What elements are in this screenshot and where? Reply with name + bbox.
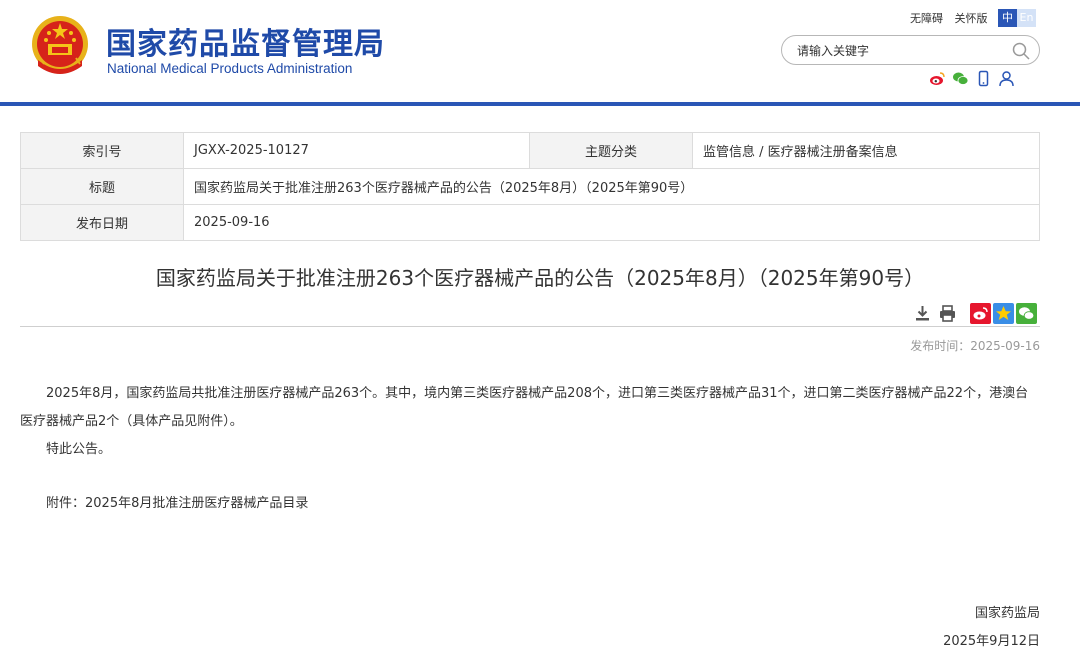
signer: 国家药监局 — [974, 606, 1040, 621]
weibo-icon[interactable] — [929, 70, 946, 87]
index-label: 索引号 — [20, 132, 184, 169]
top-links: 无障碍 关怀版 — [910, 10, 996, 26]
wechat-icon[interactable] — [952, 70, 969, 87]
title-value: 国家药监局关于批准注册263个医疗器械产品的公告（2025年8月）（2025年第… — [183, 168, 1040, 205]
mobile-icon[interactable] — [975, 70, 992, 87]
index-value: JGXX-2025-10127 — [183, 132, 530, 169]
print-icon[interactable] — [938, 304, 957, 323]
accessibility-link[interactable]: 无障碍 — [910, 12, 943, 25]
topic-label: 主题分类 — [529, 132, 693, 169]
share-wechat-icon[interactable] — [1016, 303, 1037, 324]
article-body: 2025年8月，国家药监局共批准注册医疗器械产品263个。其中，境内第三类医疗器… — [20, 380, 1040, 518]
article-paragraph: 2025年8月，国家药监局共批准注册医疗器械产品263个。其中，境内第三类医疗器… — [20, 386, 1029, 429]
topic-value: 监管信息 / 医疗器械注册备案信息 — [692, 132, 1040, 169]
search-box — [781, 35, 1040, 65]
article-meta-table: 索引号 JGXX-2025-10127 主题分类 监管信息 / 医疗器械注册备案… — [20, 132, 1040, 241]
header-social-links — [929, 70, 1015, 87]
article-title: 国家药监局关于批准注册263个医疗器械产品的公告（2025年8月）（2025年第… — [155, 266, 925, 290]
signature-block: 国家药监局 2025年9月12日 — [943, 600, 1040, 653]
national-emblem-icon — [32, 16, 88, 74]
site-title-cn[interactable]: 国家药品监督管理局 — [106, 19, 385, 63]
lang-cn-button[interactable]: 中 — [998, 9, 1017, 27]
share-buttons — [970, 303, 1037, 324]
user-icon[interactable] — [998, 70, 1015, 87]
title-divider — [20, 326, 1040, 327]
article-paragraph: 特此公告。 — [46, 442, 112, 457]
lang-en-button[interactable]: En — [1017, 9, 1036, 27]
article-tools — [913, 304, 957, 323]
date-value: 2025-09-16 — [183, 204, 1040, 241]
publish-time: 发布时间：2025-09-16 — [910, 339, 1040, 353]
site-header: 国家药品监督管理局 National Medical Products Admi… — [0, 0, 1080, 102]
title-label: 标题 — [20, 168, 184, 205]
search-input[interactable] — [797, 42, 997, 60]
search-icon[interactable] — [1011, 41, 1031, 61]
meta-row-date: 发布日期 2025-09-16 — [20, 204, 1040, 241]
care-mode-link[interactable]: 关怀版 — [955, 12, 988, 25]
share-weibo-icon[interactable] — [970, 303, 991, 324]
download-icon[interactable] — [913, 304, 932, 323]
sign-date: 2025年9月12日 — [943, 634, 1040, 649]
meta-row-title: 标题 国家药监局关于批准注册263个医疗器械产品的公告（2025年8月）（202… — [20, 168, 1040, 205]
date-label: 发布日期 — [20, 204, 184, 241]
site-title-en[interactable]: National Medical Products Administration — [107, 61, 352, 76]
header-divider — [0, 102, 1080, 106]
attachment-link[interactable]: 附件：2025年8月批准注册医疗器械产品目录 — [20, 490, 1040, 518]
meta-row-index: 索引号 JGXX-2025-10127 主题分类 监管信息 / 医疗器械注册备案… — [20, 132, 1040, 169]
language-switch: 中 En — [998, 9, 1036, 27]
share-qzone-icon[interactable] — [993, 303, 1014, 324]
